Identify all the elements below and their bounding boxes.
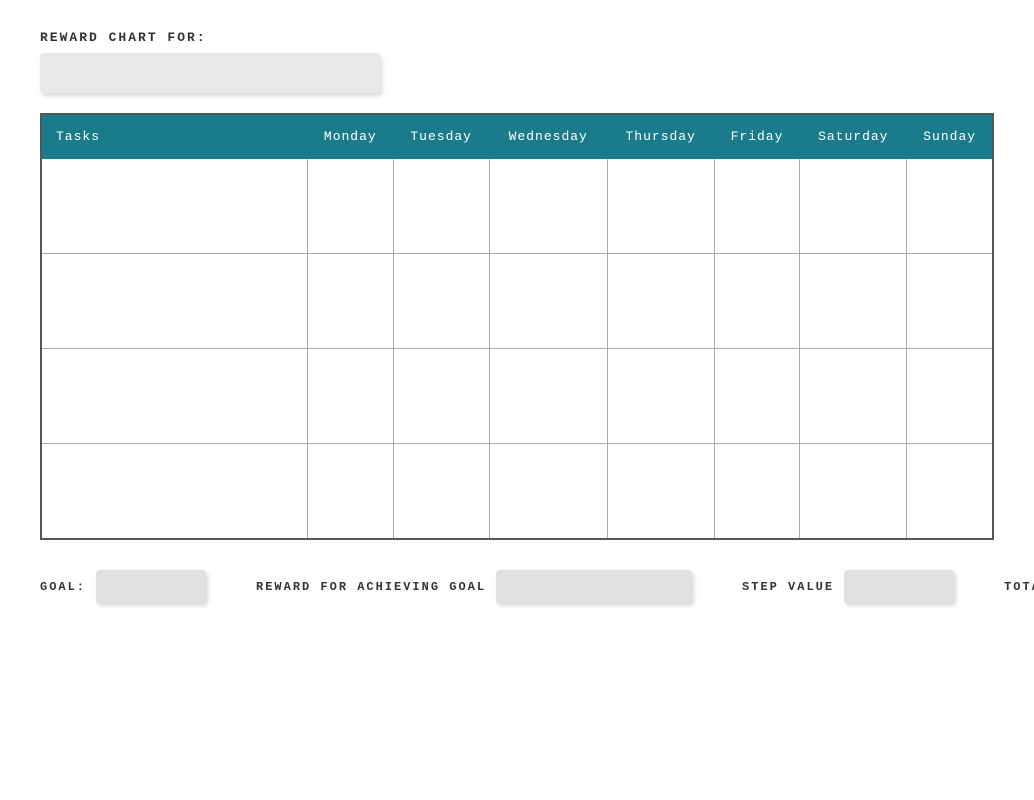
table-row (41, 444, 993, 539)
col-monday: Monday (308, 114, 394, 159)
task-cell-4-4[interactable] (607, 444, 714, 539)
task-cell-1-4[interactable] (607, 159, 714, 254)
task-cell-2-5[interactable] (714, 254, 800, 349)
table-row (41, 349, 993, 444)
task-cell-3-1[interactable] (308, 349, 394, 444)
col-wednesday: Wednesday (489, 114, 607, 159)
task-cell-2-0[interactable] (41, 254, 308, 349)
task-cell-3-5[interactable] (714, 349, 800, 444)
reward-chart-table: Tasks Monday Tuesday Wednesday Thursday … (40, 113, 994, 540)
col-tuesday: Tuesday (393, 114, 489, 159)
task-cell-3-0[interactable] (41, 349, 308, 444)
reward-label: REWARD FOR ACHIEVING GOAL (256, 580, 486, 594)
goal-label: GOAL: (40, 580, 86, 594)
task-cell-4-3[interactable] (489, 444, 607, 539)
page-title: REWARD CHART FOR: (40, 30, 994, 45)
task-cell-1-0[interactable] (41, 159, 308, 254)
task-cell-3-7[interactable] (907, 349, 993, 444)
task-cell-4-6[interactable] (800, 444, 907, 539)
task-cell-1-6[interactable] (800, 159, 907, 254)
task-cell-2-6[interactable] (800, 254, 907, 349)
task-cell-3-2[interactable] (393, 349, 489, 444)
step-label: STEP VALUE (742, 580, 834, 594)
total-label: TOTAL (1004, 580, 1034, 594)
col-friday: Friday (714, 114, 800, 159)
col-thursday: Thursday (607, 114, 714, 159)
reward-input[interactable] (496, 570, 692, 604)
task-cell-2-3[interactable] (489, 254, 607, 349)
task-cell-2-2[interactable] (393, 254, 489, 349)
task-cell-1-1[interactable] (308, 159, 394, 254)
task-cell-4-1[interactable] (308, 444, 394, 539)
col-tasks: Tasks (41, 114, 308, 159)
task-cell-3-3[interactable] (489, 349, 607, 444)
table-header-row: Tasks Monday Tuesday Wednesday Thursday … (41, 114, 993, 159)
task-cell-1-2[interactable] (393, 159, 489, 254)
task-cell-2-7[interactable] (907, 254, 993, 349)
task-cell-2-4[interactable] (607, 254, 714, 349)
name-input[interactable] (40, 53, 380, 93)
task-cell-2-1[interactable] (308, 254, 394, 349)
task-cell-1-5[interactable] (714, 159, 800, 254)
col-sunday: Sunday (907, 114, 993, 159)
name-input-wrapper (40, 53, 994, 93)
task-cell-4-0[interactable] (41, 444, 308, 539)
task-cell-3-4[interactable] (607, 349, 714, 444)
task-cell-4-5[interactable] (714, 444, 800, 539)
task-cell-1-7[interactable] (907, 159, 993, 254)
goal-input[interactable] (96, 570, 206, 604)
table-row (41, 254, 993, 349)
table-row (41, 159, 993, 254)
task-cell-4-2[interactable] (393, 444, 489, 539)
task-cell-1-3[interactable] (489, 159, 607, 254)
task-cell-4-7[interactable] (907, 444, 993, 539)
col-saturday: Saturday (800, 114, 907, 159)
step-input[interactable] (844, 570, 954, 604)
footer-bar: GOAL: REWARD FOR ACHIEVING GOAL STEP VAL… (40, 570, 994, 604)
task-cell-3-6[interactable] (800, 349, 907, 444)
